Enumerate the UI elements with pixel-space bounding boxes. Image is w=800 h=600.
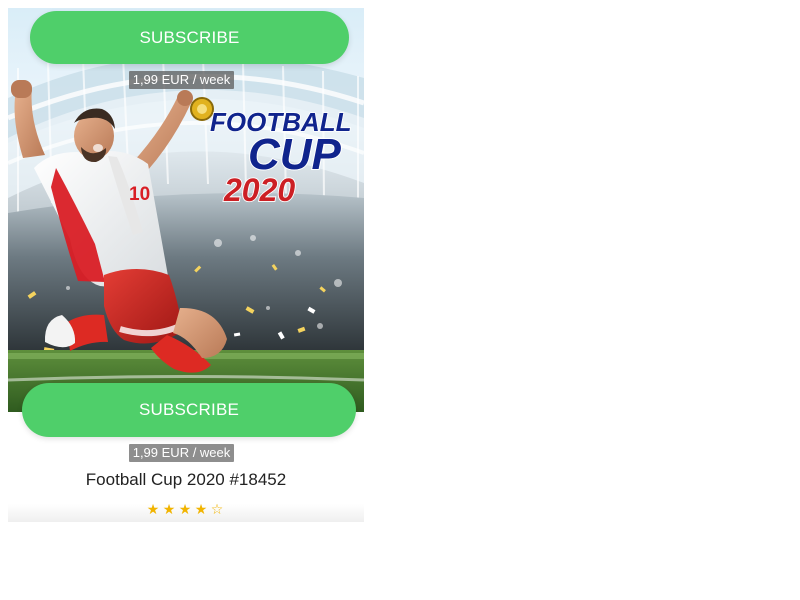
star-empty-icon: ☆ [210,501,226,517]
jersey-number: 10 [129,184,150,205]
star-full-icon: ★ [194,501,210,517]
price-label-top: 1,99 EUR / week [129,71,234,89]
page: 10 FOOTBALL CUP 2020 SUBSCRIBE 1,99 EUR … [0,0,800,600]
star-full-icon: ★ [178,501,194,517]
star-rating: ★★★★☆ [8,501,364,517]
game-card[interactable]: 10 FOOTBALL CUP 2020 SUBSCRIBE 1,99 EUR … [8,8,364,522]
price-label-bottom: 1,99 EUR / week [129,444,234,462]
svg-text:2020: 2020 [223,172,295,208]
subscribe-button-bottom[interactable]: SUBSCRIBE [22,383,356,437]
football-cup-artwork: 10 FOOTBALL CUP 2020 [8,8,364,412]
subscribe-button-top[interactable]: SUBSCRIBE [30,11,349,64]
game-hero-image[interactable]: 10 FOOTBALL CUP 2020 [8,8,364,412]
star-full-icon: ★ [146,501,162,517]
star-full-icon: ★ [162,501,178,517]
game-title[interactable]: Football Cup 2020 #18452 [8,470,364,490]
